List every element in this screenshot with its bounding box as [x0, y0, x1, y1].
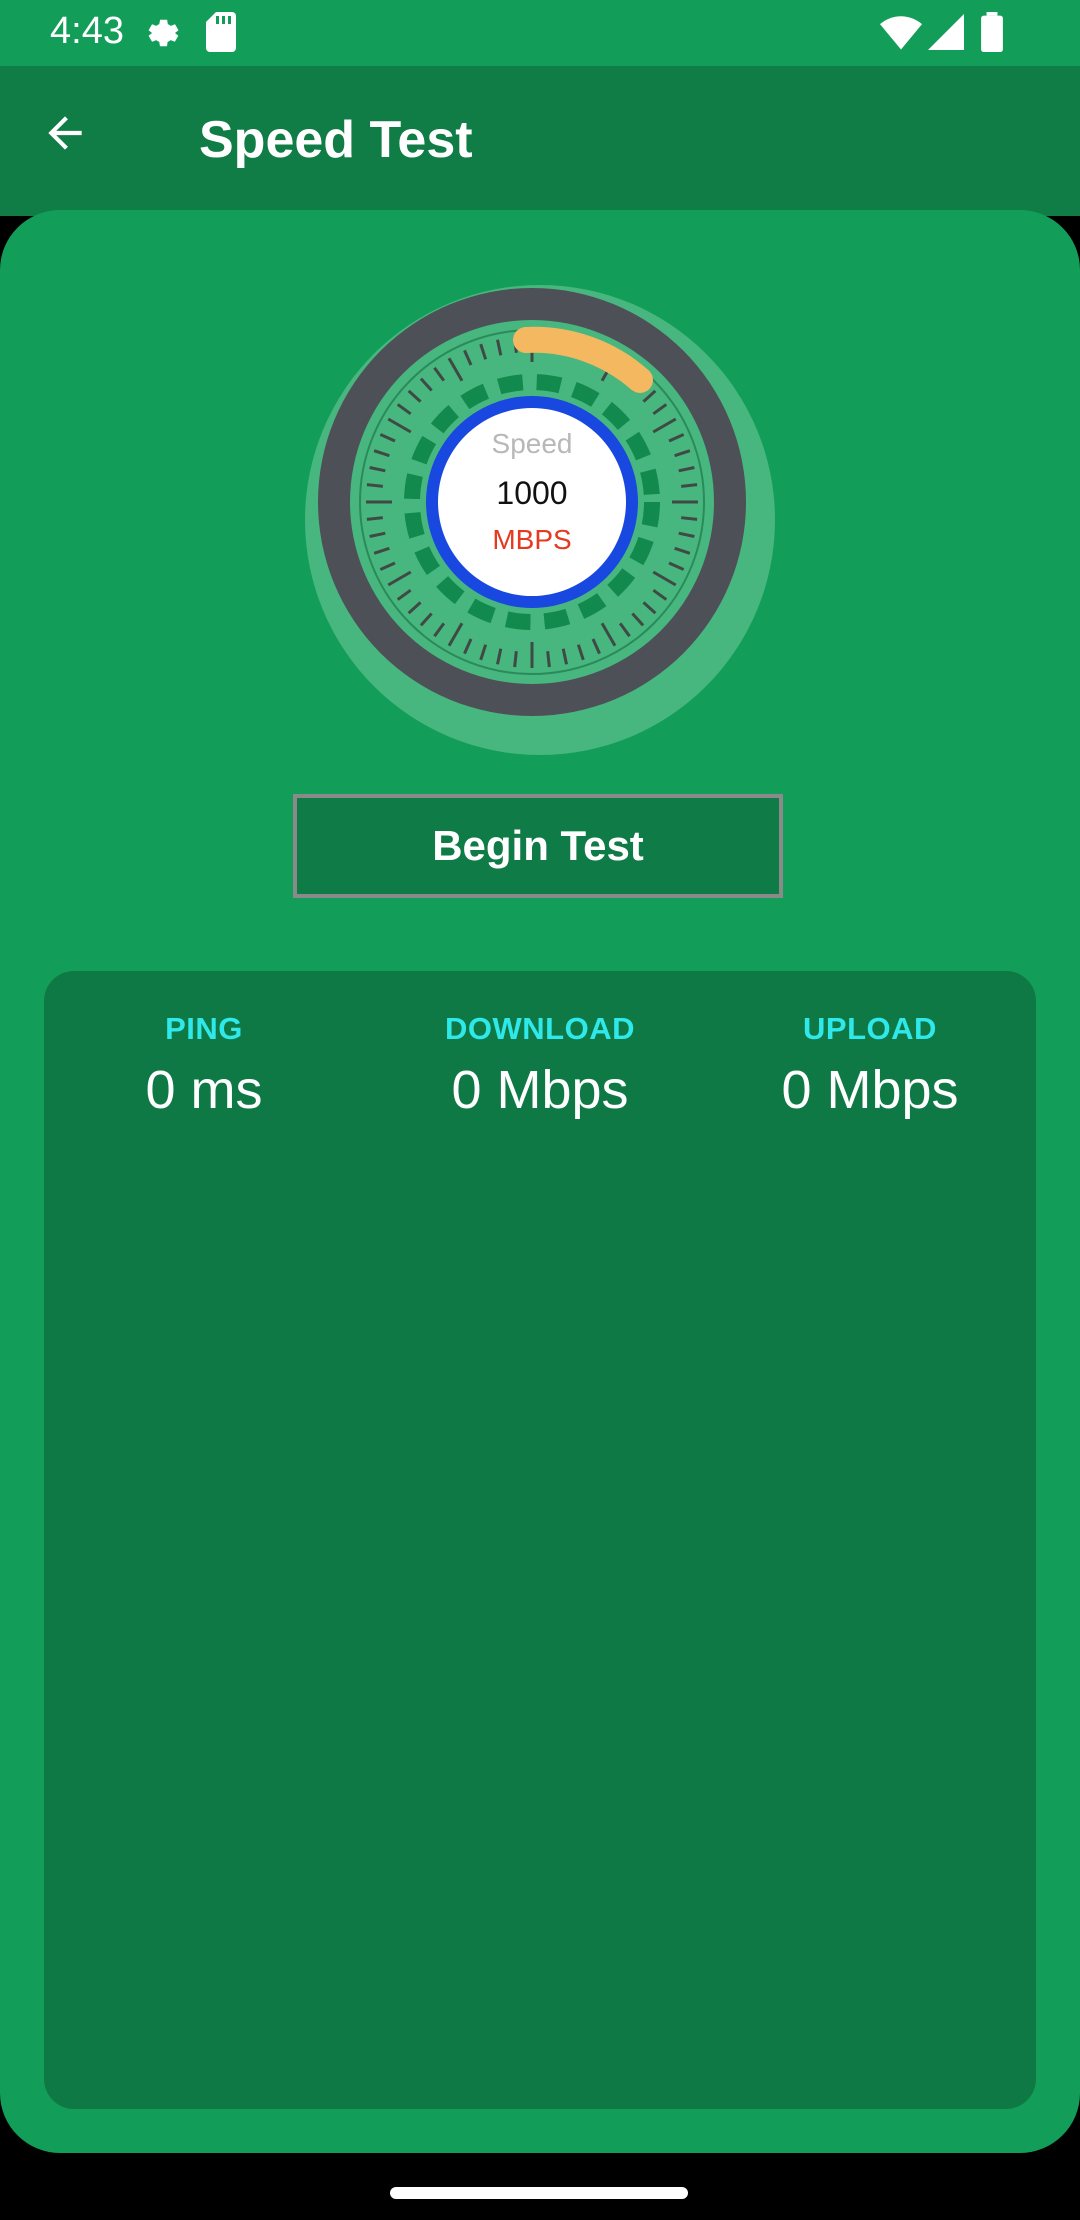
- download-label: DOWNLOAD: [445, 1011, 635, 1046]
- ping-label: PING: [165, 1011, 243, 1046]
- ping-value: 0 ms: [145, 1060, 263, 1120]
- gauge-value: 1000: [496, 475, 568, 511]
- home-handle[interactable]: [390, 2187, 688, 2199]
- signal-icon: [928, 12, 964, 57]
- speed-gauge: Speed 1000 MBPS: [300, 280, 780, 760]
- page-title: Speed Test: [199, 111, 473, 169]
- download-value: 0 Mbps: [451, 1060, 629, 1120]
- gauge-label: Speed: [491, 428, 573, 459]
- arrow-back-icon: [40, 116, 90, 162]
- upload-value: 0 Mbps: [781, 1060, 959, 1120]
- ping-metric: PING 0 ms: [44, 1011, 364, 1121]
- back-button[interactable]: [40, 108, 116, 164]
- begin-test-button[interactable]: Begin Test: [293, 794, 783, 898]
- gauge-unit: MBPS: [492, 524, 572, 555]
- wifi-icon: [880, 12, 922, 57]
- gauge-tick: [681, 516, 698, 521]
- battery-icon: [980, 12, 1004, 57]
- settings-icon: [140, 12, 182, 59]
- sd-card-icon: [206, 12, 236, 57]
- gauge-tick: [546, 651, 551, 668]
- download-metric: DOWNLOAD 0 Mbps: [380, 1011, 700, 1121]
- results-panel: PING 0 ms DOWNLOAD 0 Mbps UPLOAD 0 Mbps: [44, 971, 1036, 2109]
- app-bar: Speed Test: [0, 66, 1080, 216]
- status-bar: 4:43: [0, 0, 1080, 66]
- status-time: 4:43: [50, 10, 124, 52]
- gauge-tick: [513, 651, 518, 668]
- gauge-graphic: [305, 285, 775, 755]
- upload-metric: UPLOAD 0 Mbps: [710, 1011, 1030, 1121]
- upload-label: UPLOAD: [803, 1011, 937, 1046]
- gauge-tick: [366, 516, 383, 521]
